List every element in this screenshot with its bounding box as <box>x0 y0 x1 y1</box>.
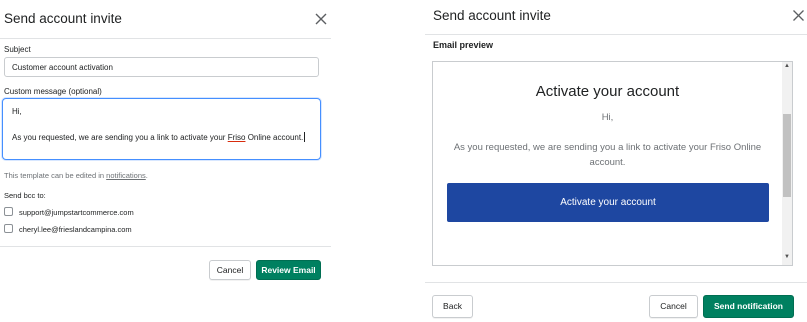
email-preview-frame[interactable]: Activate your account Hi, As you request… <box>432 61 793 266</box>
email-preview-content: Activate your account Hi, As you request… <box>433 62 782 265</box>
message-line-1: Hi, <box>12 107 22 116</box>
send-notification-button[interactable]: Send notification <box>703 295 794 318</box>
message-line-2: As you requested, we are sending you a l… <box>12 132 306 142</box>
cancel-button[interactable]: Cancel <box>649 295 698 318</box>
custom-message-textarea[interactable]: Hi, As you requested, we are sending you… <box>2 98 321 160</box>
message-label: Custom message (optional) <box>4 87 102 96</box>
review-email-button[interactable]: Review Email <box>256 260 321 280</box>
preview-scrollbar[interactable]: ▲ ▼ <box>782 62 792 265</box>
notifications-link[interactable]: notifications <box>106 171 146 180</box>
subject-input[interactable]: Customer account activation <box>4 57 319 77</box>
bcc-checkbox-support[interactable] <box>4 207 13 216</box>
scrollbar-thumb[interactable] <box>783 114 791 197</box>
dialog-header: Send account invite <box>0 0 331 39</box>
scroll-up-icon[interactable]: ▲ <box>784 63 790 69</box>
preview-heading: Activate your account <box>535 83 680 100</box>
bcc-option-label: cheryl.lee@frieslandcampina.com <box>19 225 132 234</box>
invite-form-dialog: Send account invite Subject Customer acc… <box>0 0 331 289</box>
dialog-title: Send account invite <box>4 11 122 26</box>
text-caret <box>304 132 306 142</box>
activate-account-button[interactable]: Activate your account <box>447 183 769 222</box>
close-icon[interactable] <box>792 9 805 22</box>
template-hint: This template can be edited in notificat… <box>4 171 148 180</box>
email-preview-dialog: Send account invite Email preview Activa… <box>425 0 807 322</box>
subject-value: Customer account activation <box>12 63 113 72</box>
bcc-checkbox-cheryl[interactable] <box>4 224 13 233</box>
dialog-title: Send account invite <box>433 8 551 23</box>
close-icon[interactable] <box>314 12 328 26</box>
footer-divider <box>425 282 807 283</box>
bcc-label: Send bcc to: <box>4 191 46 200</box>
subject-label: Subject <box>4 45 31 54</box>
scroll-down-icon[interactable]: ▼ <box>784 254 790 260</box>
header-divider <box>425 34 807 35</box>
back-button[interactable]: Back <box>432 295 473 318</box>
preview-greeting: Hi, <box>601 112 614 123</box>
preview-body-text: As you requested, we are sending you a l… <box>453 142 762 168</box>
dialog-footer-divider <box>0 246 331 247</box>
spellcheck-word: Friso <box>227 133 246 142</box>
cancel-button[interactable]: Cancel <box>209 260 251 280</box>
email-preview-label: Email preview <box>433 40 494 50</box>
bcc-option-label: support@jumpstartcommerce.com <box>19 208 134 217</box>
brand-logo <box>551 61 661 70</box>
